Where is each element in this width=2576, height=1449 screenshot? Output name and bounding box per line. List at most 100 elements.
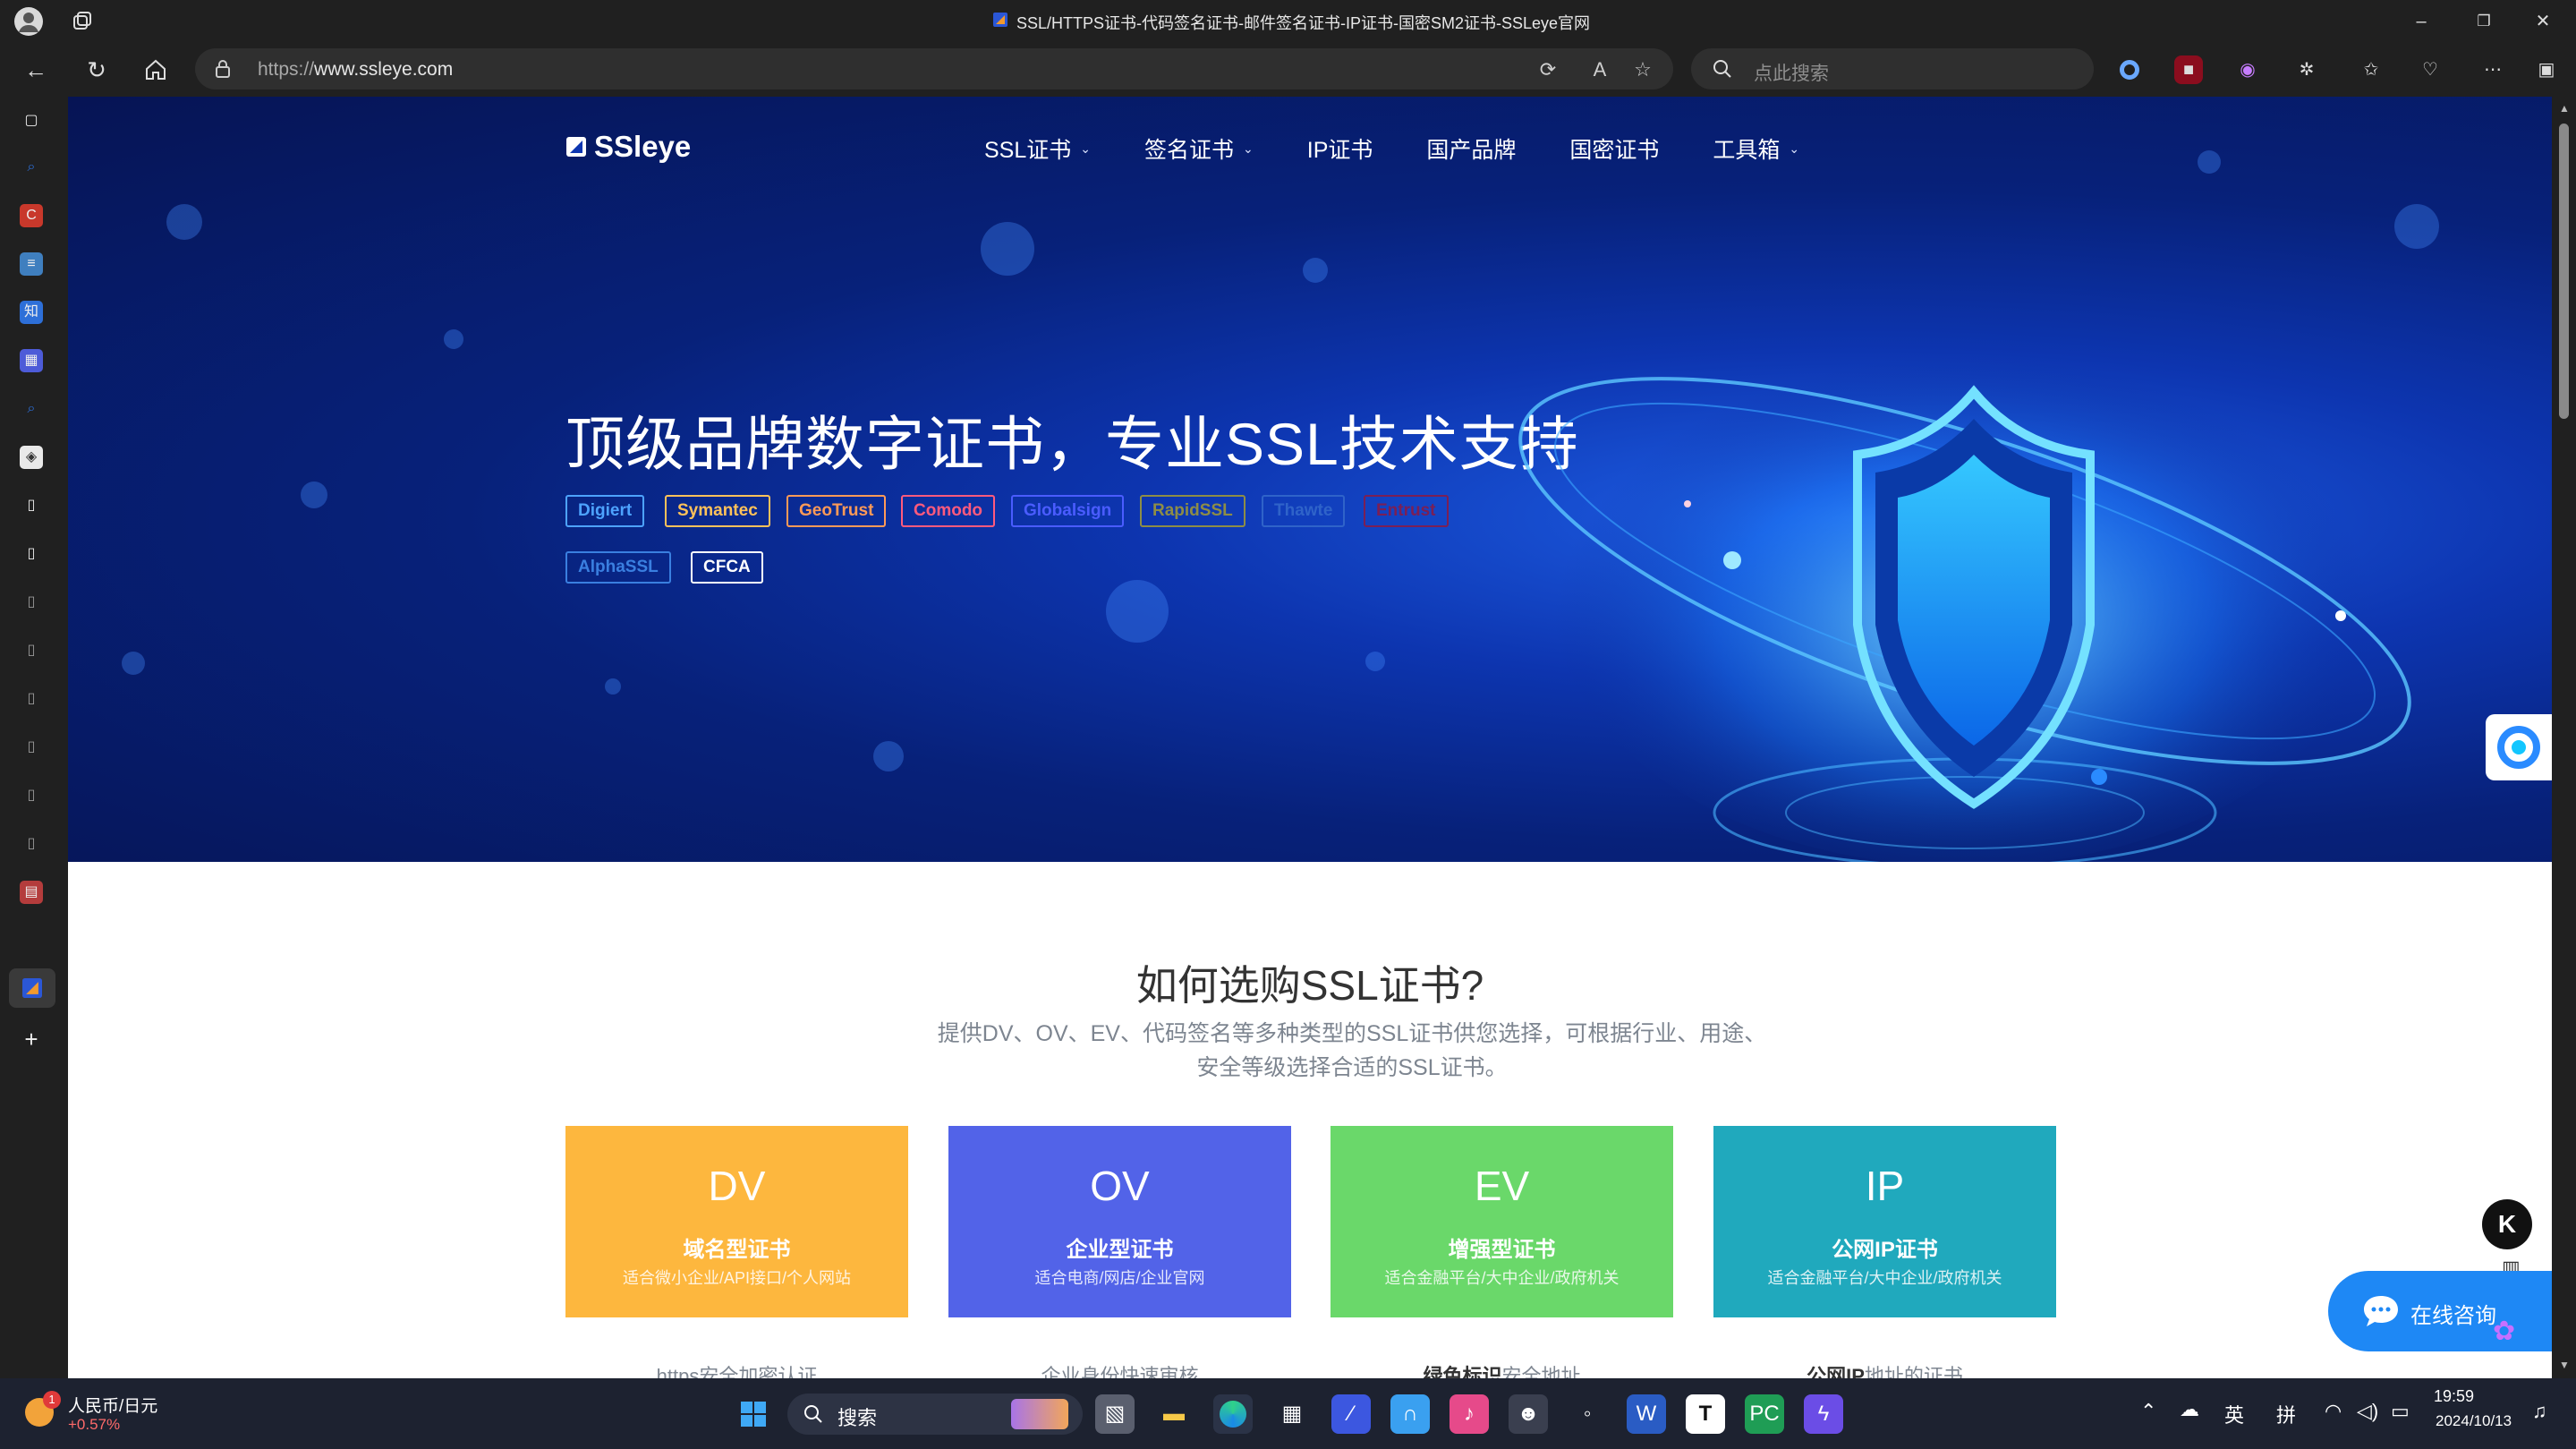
ime-mode[interactable]: 拼 <box>2276 1400 2296 1428</box>
tab-page6-icon[interactable]: ▯ <box>20 736 43 759</box>
home-button[interactable] <box>140 54 172 86</box>
tab-page2-icon[interactable]: ▯ <box>20 542 43 566</box>
battery-icon[interactable]: ▭ <box>2391 1400 2410 1423</box>
ime-language[interactable]: 英 <box>2224 1400 2244 1428</box>
app-bolt-icon[interactable]: ϟ <box>1804 1394 1843 1434</box>
workspaces-icon[interactable] <box>72 11 93 32</box>
cert-card-ov[interactable]: OV 企业型证书 适合电商/网店/企业官网 <box>948 1126 1291 1317</box>
pycharm-icon[interactable]: PC <box>1745 1394 1784 1434</box>
favorites-icon[interactable]: ✩ <box>2357 55 2385 84</box>
tab-page5-icon[interactable]: ▯ <box>20 687 43 711</box>
floating-assistant-widget[interactable] <box>2486 714 2552 780</box>
clock-time[interactable]: 19:59 <box>2434 1387 2474 1406</box>
tab-ssleye-active[interactable] <box>9 968 55 1008</box>
close-window-button[interactable]: ✕ <box>2529 7 2557 36</box>
new-tab-plus-icon[interactable]: + <box>20 1027 43 1051</box>
k-badge-icon[interactable]: K <box>2482 1199 2532 1249</box>
tab-zhihu-icon[interactable]: 知 <box>20 301 43 324</box>
more-menu-icon[interactable]: ⋯ <box>2478 55 2507 84</box>
favorite-star-icon[interactable]: ☆ <box>1630 57 1655 82</box>
brand-tag-globalsign[interactable]: Globalsign <box>1011 495 1125 527</box>
nav-ssl-certificates[interactable]: SSL证书 ⌄ <box>984 132 1091 165</box>
extension-copilot-icon[interactable]: ◉ <box>2233 55 2262 84</box>
nav-toolbox[interactable]: 工具箱 ⌄ <box>1713 132 1799 165</box>
cert-card-dv[interactable]: DV 域名型证书 适合微小企业/API接口/个人网站 <box>565 1126 908 1317</box>
clock-date[interactable]: 2024/10/13 <box>2436 1412 2512 1430</box>
tab-doc-icon[interactable]: ≡ <box>20 252 43 276</box>
cert-card-ev[interactable]: EV 增强型证书 适合金融平台/大中企业/政府机关 <box>1331 1126 1673 1317</box>
nav-ip-certificates[interactable]: IP证书 <box>1307 132 1373 165</box>
tab-page8-icon[interactable]: ▯ <box>20 832 43 856</box>
store-icon[interactable]: ▦ <box>1272 1394 1312 1434</box>
site-logo[interactable]: SSleye <box>565 129 691 165</box>
tab-actions-icon[interactable]: ▢ <box>20 109 43 132</box>
app-blue-icon[interactable]: ⁄ <box>1331 1394 1371 1434</box>
browser-essentials-icon[interactable]: ♡ <box>2416 55 2444 84</box>
main-nav: SSL证书 ⌄ 签名证书 ⌄ IP证书 国产品牌 国密证书 工具箱 ⌄ <box>984 132 1853 165</box>
volume-icon[interactable]: ◁) <box>2357 1400 2378 1423</box>
ai-brain-icon[interactable]: ✿ <box>2493 1316 2515 1347</box>
app-pink-icon[interactable]: ♪ <box>1450 1394 1489 1434</box>
scroll-up-icon[interactable]: ▲ <box>2559 102 2570 115</box>
tab-page7-icon[interactable]: ▯ <box>20 784 43 807</box>
how-to-buy-description: 提供DV、OV、EV、代码签名等多种类型的SSL证书供您选择，可根据行业、用途、… <box>937 1021 1767 1080</box>
page-scrollbar[interactable]: ▲ ▼ <box>2552 97 2576 1378</box>
tab-c-icon[interactable]: C <box>20 204 43 227</box>
tab-search2-icon[interactable]: ⌕ <box>20 397 43 421</box>
url-text[interactable]: https://www.ssleye.com <box>258 59 453 81</box>
brand-tag-thawte[interactable]: Thawte <box>1262 495 1346 527</box>
restore-button[interactable]: ❐ <box>2470 7 2498 36</box>
brand-tag-entrust[interactable]: Entrust <box>1364 495 1449 527</box>
file-explorer-icon[interactable]: ▬ <box>1154 1394 1194 1434</box>
tab-app-icon[interactable]: ▦ <box>20 349 43 372</box>
lock-icon[interactable] <box>215 60 231 78</box>
scroll-down-icon[interactable]: ▼ <box>2559 1359 2570 1371</box>
notification-bell-icon[interactable]: ♫ <box>2532 1400 2547 1423</box>
wifi-icon[interactable]: ◠ <box>2325 1400 2342 1423</box>
taskbar-search[interactable]: 搜索 <box>787 1394 1083 1435</box>
search-box[interactable]: 点此搜索 <box>1691 48 2094 89</box>
tab-shield-icon[interactable]: ◈ <box>20 446 43 469</box>
tab-page3-icon[interactable]: ▯ <box>20 591 43 614</box>
extensions-puzzle-icon[interactable]: ✲ <box>2292 55 2321 84</box>
brand-tag-symantec[interactable]: Symantec <box>665 495 770 527</box>
brand-tag-cfca[interactable]: CFCA <box>691 551 763 584</box>
nav-domestic-brands[interactable]: 国产品牌 <box>1426 132 1516 165</box>
onedrive-icon[interactable]: ☁ <box>2180 1398 2199 1421</box>
scrollbar-thumb[interactable] <box>2559 124 2569 419</box>
brand-tag-geotrust[interactable]: GeoTrust <box>786 495 887 527</box>
app-dark-icon[interactable]: ◦ <box>1568 1394 1607 1434</box>
app-cloud-icon[interactable]: ∩ <box>1390 1394 1430 1434</box>
sidebar-toggle-icon[interactable]: ▣ <box>2532 55 2561 84</box>
profile-avatar-icon[interactable] <box>14 7 43 36</box>
brand-tag-rapidssl[interactable]: RapidSSL <box>1140 495 1245 527</box>
site-favicon-icon <box>993 13 1007 27</box>
word-icon[interactable]: W <box>1627 1394 1666 1434</box>
tab-page4-icon[interactable]: ▯ <box>20 639 43 662</box>
brand-tag-comodo[interactable]: Comodo <box>901 495 996 527</box>
extension-circle-icon[interactable] <box>2115 55 2144 84</box>
brand-tag-alphassl[interactable]: AlphaSSL <box>565 551 671 584</box>
extension-red-icon[interactable]: ■ <box>2174 55 2203 84</box>
cert-card-ip[interactable]: IP 公网IP证书 适合金融平台/大中企业/政府机关 <box>1713 1126 2056 1317</box>
nav-sm2-certificates[interactable]: 国密证书 <box>1569 132 1659 165</box>
tray-overflow-icon[interactable]: ⌃ <box>2140 1400 2156 1423</box>
read-aloud-icon[interactable]: A <box>1587 57 1612 82</box>
stock-widget[interactable]: 1 人民币/日元 +0.57% <box>21 1389 183 1439</box>
task-view-icon[interactable]: ▧ <box>1095 1394 1135 1434</box>
typora-icon[interactable]: T <box>1686 1394 1725 1434</box>
qq-icon[interactable]: ☻ <box>1509 1394 1548 1434</box>
online-consult-button[interactable]: 在线咨询 <box>2328 1271 2552 1351</box>
address-bar[interactable]: https://www.ssleye.com ⟳ A ☆ <box>195 48 1673 89</box>
tab-search-icon[interactable]: ⌕ <box>20 156 43 179</box>
back-button[interactable]: ← <box>20 54 52 86</box>
nav-signing-certificates[interactable]: 签名证书 ⌄ <box>1144 132 1254 165</box>
edge-browser-icon[interactable] <box>1213 1394 1253 1434</box>
start-button[interactable] <box>734 1394 773 1434</box>
minimize-button[interactable]: – <box>2407 7 2436 36</box>
brand-tag-digicert[interactable]: Digiert <box>565 495 645 527</box>
translate-icon[interactable]: ⟳ <box>1535 57 1560 82</box>
tab-page1-icon[interactable]: ▯ <box>20 494 43 517</box>
search-icon <box>803 1404 823 1428</box>
refresh-button[interactable]: ↻ <box>81 54 113 86</box>
